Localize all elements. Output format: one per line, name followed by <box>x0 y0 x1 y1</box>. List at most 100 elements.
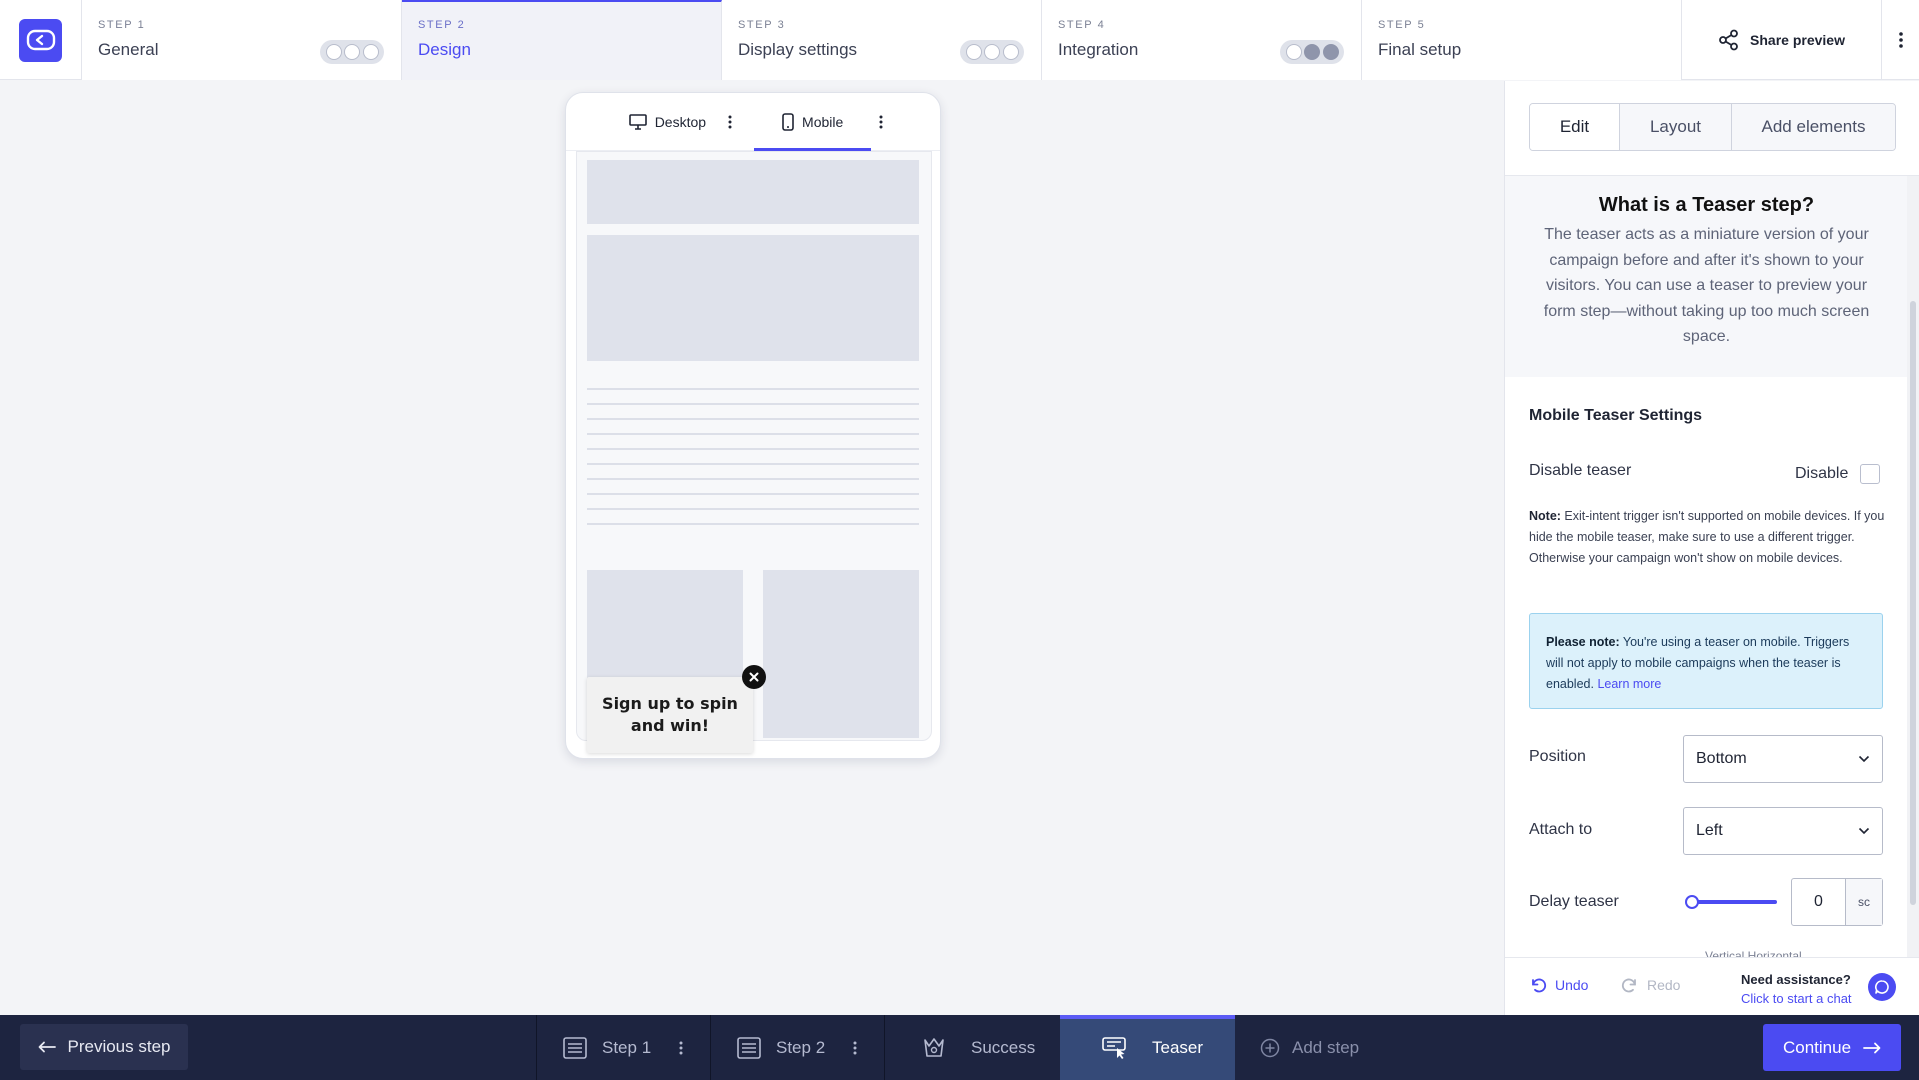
attach-to-select[interactable]: Left <box>1683 807 1883 855</box>
teaser-box[interactable]: Sign up to spin and win! <box>587 677 753 753</box>
bottom-step-bar: Previous step Step 1 Step 2 Success Teas… <box>0 1015 1919 1080</box>
progress-dot <box>1304 44 1320 60</box>
step-display-settings[interactable]: STEP 3 Display settings <box>722 0 1042 80</box>
note-text: Exit-intent trigger isn't supported on m… <box>1529 509 1885 565</box>
info-body: The teaser acts as a miniature version o… <box>1543 226 1870 345</box>
continue-label: Continue <box>1782 1037 1852 1057</box>
teaser-info-box: What is a Teaser step? The teaser acts a… <box>1505 176 1908 377</box>
step-integration[interactable]: STEP 4 Integration <box>1042 0 1362 80</box>
step-number: STEP 1 <box>98 19 146 31</box>
tab-layout[interactable]: Layout <box>1620 104 1732 150</box>
tab-mobile-label: Mobile <box>802 113 844 130</box>
position-select[interactable]: Bottom <box>1683 735 1883 783</box>
bottom-tab-step-1[interactable]: Step 1 <box>536 1015 710 1080</box>
step-name: Design <box>418 40 471 59</box>
disable-teaser-control[interactable]: Disable <box>1795 464 1881 484</box>
chat-button[interactable] <box>1868 973 1896 1001</box>
position-label: Position <box>1529 748 1586 765</box>
settings-panel: Edit Layout Add elements What is a Tease… <box>1504 81 1919 1015</box>
step-general[interactable]: STEP 1 General <box>82 0 402 80</box>
plus-circle-icon <box>1260 1038 1280 1057</box>
placeholder-line <box>587 493 919 495</box>
bottom-tab-success[interactable]: Success <box>884 1015 1060 1080</box>
continue-button[interactable]: Continue <box>1763 1024 1901 1071</box>
form-step-icon <box>563 1036 587 1059</box>
add-step-button[interactable]: Add step <box>1235 1015 1385 1080</box>
scrollbar-thumb[interactable] <box>1910 301 1916 905</box>
teaser-text: Sign up to spin and win! <box>602 694 738 735</box>
start-chat-link[interactable]: Click to start a chat <box>1741 989 1852 1008</box>
bottom-tab-teaser[interactable]: Teaser <box>1060 1015 1235 1080</box>
app-logo[interactable] <box>19 18 62 62</box>
kebab-menu-icon[interactable] <box>853 1040 857 1056</box>
teaser-cursor-icon <box>1102 1036 1126 1059</box>
bottom-tab-step-2[interactable]: Step 2 <box>710 1015 884 1080</box>
progress-dot <box>1322 44 1339 60</box>
placeholder-block <box>763 570 919 738</box>
exit-intent-note: Note: Exit-intent trigger isn't supporte… <box>1529 506 1889 569</box>
top-stepper: STEP 1 General STEP 2 Design STEP 3 Disp… <box>0 0 1919 80</box>
learn-more-link[interactable]: Learn more <box>1597 677 1661 691</box>
form-step-icon <box>737 1036 761 1059</box>
placeholder-line <box>587 403 919 405</box>
note-prefix: Note: <box>1529 509 1561 523</box>
logo-icon <box>26 29 55 51</box>
placeholder-line <box>587 463 919 465</box>
progress-dot <box>362 44 379 60</box>
kebab-menu-icon <box>1898 32 1903 48</box>
panel-tabs: Edit Layout Add elements <box>1529 103 1896 151</box>
disable-teaser-checkbox[interactable] <box>1860 464 1881 484</box>
placeholder-line <box>587 433 919 435</box>
kebab-menu-icon[interactable] <box>679 1040 683 1056</box>
delay-slider-handle[interactable] <box>1685 895 1699 909</box>
step-final-setup[interactable]: STEP 5 Final setup <box>1362 0 1682 80</box>
delay-input[interactable]: 0 sc <box>1791 878 1883 926</box>
info-title: What is a Teaser step? <box>1598 194 1815 216</box>
bottom-tab-label: Success <box>971 1037 1036 1057</box>
tab-mobile[interactable]: Mobile <box>754 93 872 151</box>
mobile-icon <box>782 112 794 131</box>
disable-label: Disable <box>1795 465 1849 482</box>
redo-button[interactable]: Redo <box>1621 977 1680 993</box>
share-preview-button[interactable]: Share preview <box>1682 0 1882 80</box>
placeholder-block <box>587 160 919 224</box>
mobile-options-button[interactable] <box>871 93 891 151</box>
progress-dot <box>965 44 982 60</box>
chevron-down-icon <box>1858 827 1870 835</box>
panel-scrollbar[interactable] <box>1907 176 1919 1015</box>
mobile-site-frame: Sign up to spin and win! <box>576 151 932 753</box>
arrow-right-icon <box>1863 1042 1881 1053</box>
assist-title: Need assistance? <box>1741 972 1851 987</box>
more-menu-button[interactable] <box>1882 0 1919 80</box>
undo-icon <box>1532 978 1547 993</box>
tab-desktop[interactable]: Desktop <box>615 93 720 151</box>
trophy-icon <box>924 1037 944 1057</box>
assistance-box: Need assistance? Click to start a chat <box>1741 970 1852 1008</box>
delay-slider-track[interactable] <box>1691 900 1777 904</box>
previous-step-button[interactable]: Previous step <box>20 1024 188 1070</box>
redo-label: Redo <box>1647 977 1681 993</box>
disable-teaser-label: Disable teaser <box>1529 462 1632 479</box>
teaser-close-button[interactable] <box>742 665 766 689</box>
tab-add-elements[interactable]: Add elements <box>1732 104 1895 150</box>
tab-edit[interactable]: Edit <box>1530 104 1620 150</box>
undo-button[interactable]: Undo <box>1529 977 1588 993</box>
section-title: Mobile Teaser Settings <box>1529 407 1703 424</box>
step-number: STEP 4 <box>1058 19 1106 31</box>
placeholder-line <box>587 448 919 450</box>
desktop-icon <box>628 113 647 130</box>
step-name: Final setup <box>1378 40 1462 59</box>
cut-off-labels: Vertical Horizontal <box>1705 949 1802 957</box>
desktop-options-button[interactable] <box>720 93 740 151</box>
step-progress-dots <box>1280 40 1344 64</box>
panel-footer: Undo Redo Need assistance? Click to star… <box>1505 957 1919 1015</box>
callout-prefix: Please note: <box>1546 635 1620 649</box>
share-preview-label: Share preview <box>1750 32 1845 48</box>
placeholder-line <box>587 523 919 525</box>
step-design[interactable]: STEP 2 Design <box>402 0 722 80</box>
bottom-tab-label: Add step <box>1292 1037 1360 1057</box>
placeholder-line <box>587 508 919 510</box>
step-progress-dots <box>960 40 1024 64</box>
step-progress-dots <box>320 40 384 64</box>
delay-value[interactable]: 0 <box>1792 879 1846 925</box>
